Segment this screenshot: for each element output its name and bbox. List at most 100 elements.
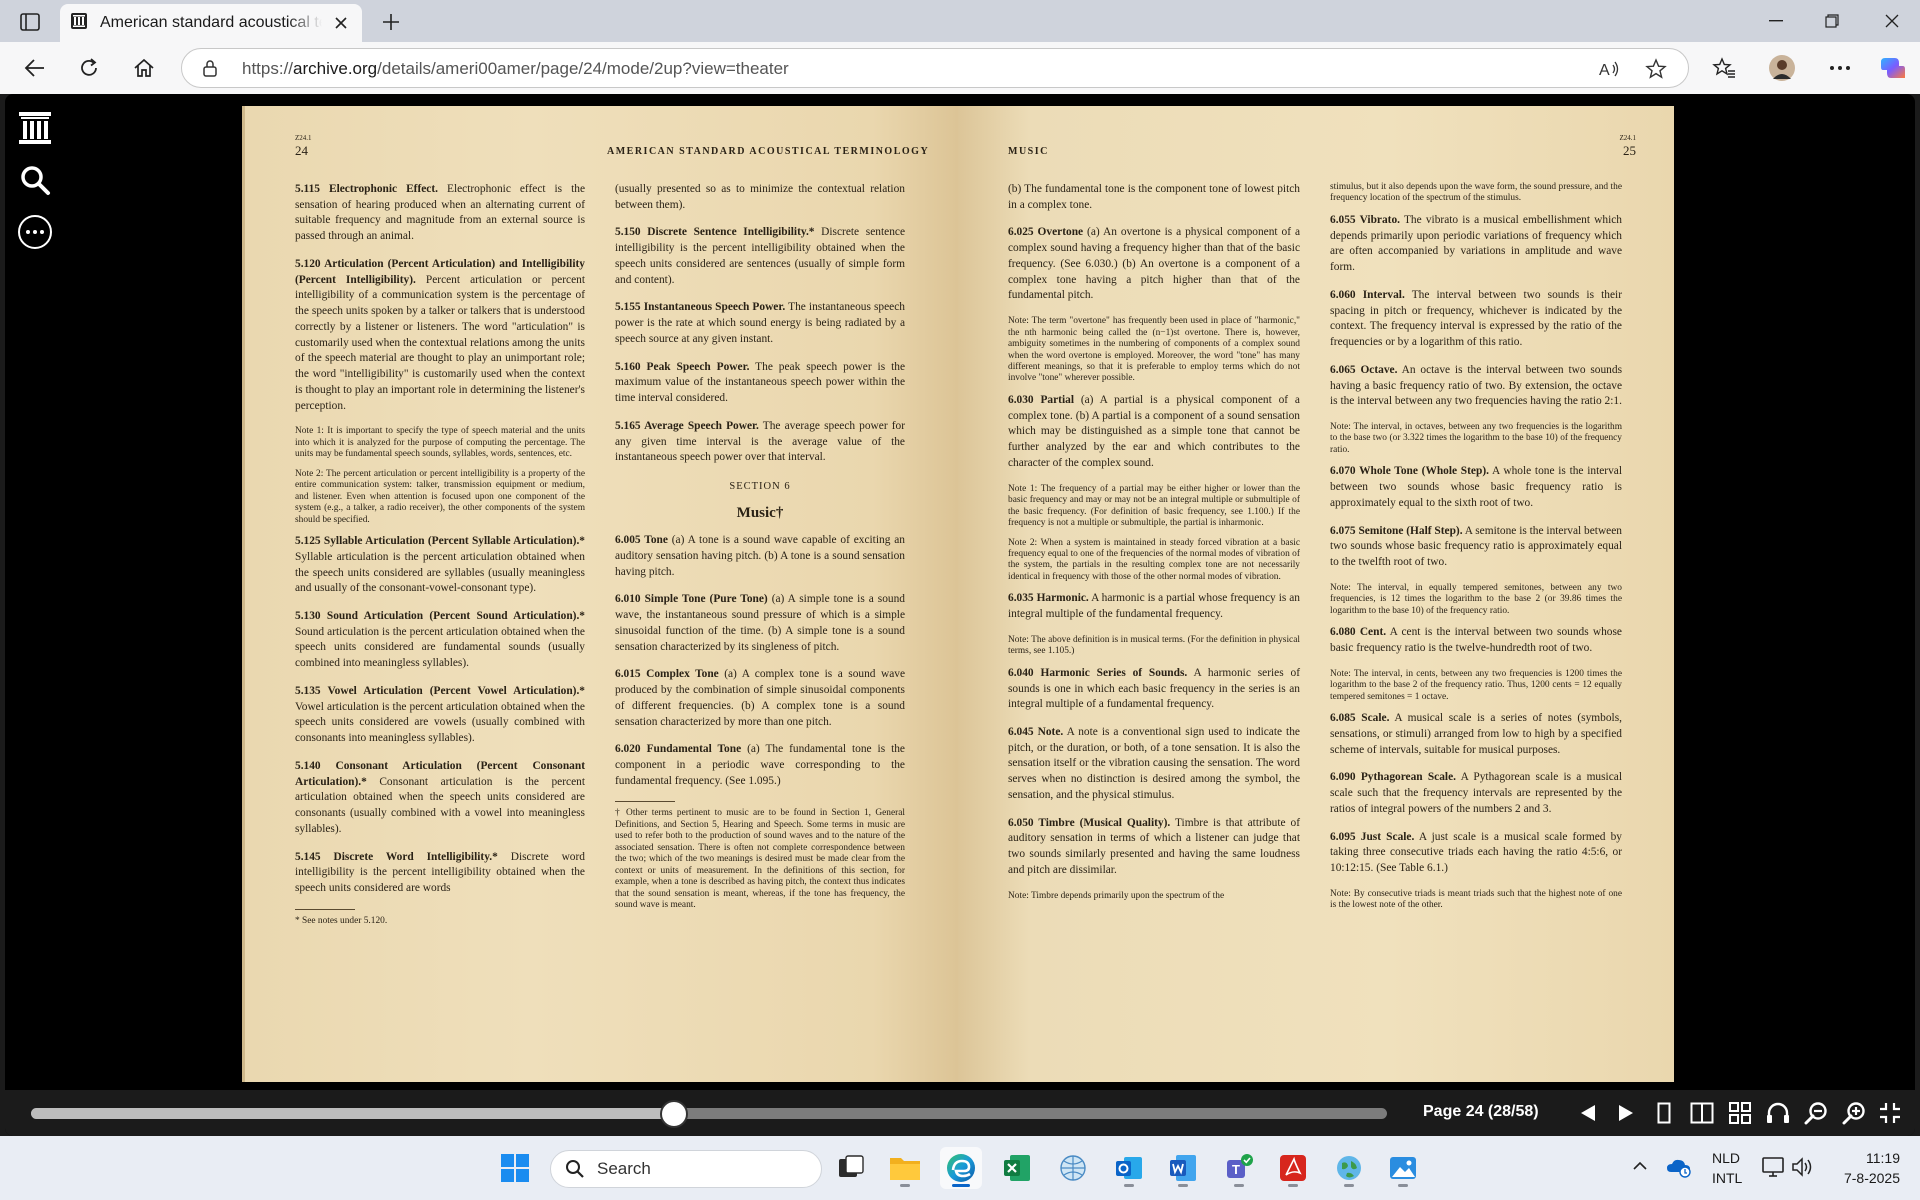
lock-icon[interactable] [202,59,218,82]
term-definition: (usually presented so as to minimize the… [615,183,905,211]
input-language[interactable]: NLD INTL [1712,1148,1742,1188]
definition-paragraph: 5.135 Vowel Articulation (Percent Vowel … [295,684,585,747]
previous-page-icon[interactable] [1573,1099,1603,1127]
read-aloud-icon[interactable]: A [1598,58,1622,80]
teams-icon[interactable]: T [1218,1147,1260,1189]
term-heading: 5.115 Electrophonic Effect. [295,183,439,195]
definition-paragraph: 5.160 Peak Speech Power. The peak speech… [615,360,905,407]
term-definition: Percent articulation or percent intellig… [295,273,585,412]
file-explorer-running-indicator [900,1184,910,1187]
taskbar-search[interactable]: Search [550,1150,822,1188]
term-definition: Sound articulation is the percent articu… [295,625,585,670]
taskbar-search-label: Search [597,1159,651,1178]
term-heading: 6.040 Harmonic Series of Sounds. [1008,666,1188,679]
outlook-icon[interactable] [1108,1147,1150,1189]
close-window-icon[interactable] [1864,0,1920,42]
note-paragraph: Note: The interval, in equally tempered … [1330,582,1622,616]
excel-icon[interactable] [996,1147,1038,1189]
edge-running-indicator [952,1184,970,1187]
definition-paragraph: 5.120 Articulation (Percent Articulation… [295,257,585,414]
definition-paragraph: (b) The fundamental tone is the componen… [1008,182,1300,213]
refresh-icon[interactable] [72,52,106,84]
zoom-in-icon[interactable] [1839,1099,1869,1127]
next-page-icon[interactable] [1611,1099,1641,1127]
term-heading: 5.145 Discrete Word Intelligibility.* [295,850,498,863]
close-tab-icon[interactable] [330,12,352,34]
one-page-view-icon[interactable] [1649,1099,1679,1127]
address-bar[interactable]: https://archive.org/details/ameri00amer/… [181,48,1689,88]
definition-paragraph: 6.055 Vibrato. The vibrato is a musical … [1330,213,1622,276]
note-paragraph: Note: By consecutive triads is meant tri… [1330,888,1622,911]
windows-start-icon[interactable] [494,1147,536,1189]
profile-avatar[interactable] [1765,52,1799,84]
definition-paragraph: 6.075 Semitone (Half Step). A semitone i… [1330,524,1622,571]
note-paragraph: Note: The term "overtone" has frequently… [1008,316,1300,384]
term-heading: 6.065 Octave. [1330,363,1398,376]
acrobat-running-indicator [1288,1184,1298,1187]
definition-paragraph: 6.060 Interval. The interval between two… [1330,288,1622,351]
home-icon[interactable] [127,52,161,84]
zoom-out-icon[interactable] [1801,1099,1831,1127]
term-heading: 6.050 Timbre (Musical Quality). [1008,816,1171,829]
clock-date: 7-8-2025 [1843,1170,1900,1186]
search-icon[interactable] [13,158,57,202]
definition-paragraph: 6.090 Pythagorean Scale. A Pythagorean s… [1330,770,1622,817]
term-heading: 6.035 Harmonic. [1008,592,1089,605]
exit-fullscreen-icon[interactable] [1875,1099,1905,1127]
favorites-icon[interactable] [1707,52,1741,84]
photos-icon[interactable] [1382,1147,1424,1189]
note-paragraph: Note: The interval, in cents, between an… [1330,668,1622,702]
read-aloud-headphones-icon[interactable] [1763,1099,1793,1127]
definition-paragraph: 6.035 Harmonic. A harmonic is a partial … [1008,591,1300,622]
favorite-star-icon[interactable] [1644,58,1668,80]
photos-running-indicator [1398,1184,1408,1187]
term-heading: 6.060 Interval. [1330,288,1405,301]
right-page[interactable]: MUSIC Z24.1 25 (b) The fundamental tone … [958,106,1674,1082]
definition-paragraph: 5.165 Average Speech Power. The average … [615,419,905,466]
clock-time: 11:19 [1866,1150,1900,1166]
archive-logo-icon[interactable] [13,106,57,150]
term-heading: 6.005 Tone [615,534,668,547]
definition-paragraph: 6.040 Harmonic Series of Sounds. A harmo… [1008,666,1300,713]
volume-icon[interactable] [1790,1154,1816,1180]
definition-paragraph: 5.140 Consonant Articulation (Percent Co… [295,759,585,838]
acrobat-icon[interactable] [1272,1147,1314,1189]
task-view-icon[interactable] [830,1147,872,1189]
edge-icon[interactable] [940,1147,982,1189]
note-paragraph: † Other terms pertinent to music are to … [615,808,905,911]
definition-paragraph: 6.065 Octave. An octave is the interval … [1330,363,1622,410]
back-arrow-icon[interactable] [18,52,52,84]
restore-icon[interactable] [1804,0,1860,42]
more-options-icon[interactable] [1823,52,1857,84]
teams-running-indicator [1234,1184,1244,1187]
network-app-icon[interactable] [1052,1147,1094,1189]
page-slider-handle[interactable] [659,1100,688,1128]
page-slider[interactable] [31,1100,1387,1128]
word-icon[interactable] [1162,1147,1204,1189]
show-hidden-icons-chevron-icon[interactable] [1628,1154,1652,1178]
footnote-rule [615,801,675,803]
more-menu-icon[interactable] [13,210,57,254]
active-tab[interactable]: American standard acoustical terminology [60,4,362,42]
onedrive-icon[interactable] [1666,1154,1692,1180]
system-clock[interactable]: 11:19 7-8-2025 [1844,1148,1900,1188]
network-monitor-icon[interactable] [1760,1154,1786,1180]
term-definition: Syllable articulation is the percent art… [295,550,585,595]
term-heading: 6.085 Scale. [1330,712,1390,725]
copilot-icon[interactable] [1876,52,1910,84]
definition-paragraph: 6.085 Scale. A musical scale is a series… [1330,711,1622,758]
left-page[interactable]: Z24.1 24 AMERICAN STANDARD ACOUSTICAL TE… [242,106,958,1082]
tab-title: American standard acoustical terminology [100,14,322,31]
two-page-view-icon[interactable] [1687,1099,1717,1127]
viewer-controls: Page 24 (28/58) [5,1090,1915,1136]
thumbnail-view-icon[interactable] [1725,1099,1755,1127]
outlook-running-indicator [1124,1184,1134,1187]
file-explorer-icon[interactable] [884,1147,926,1189]
new-tab-icon[interactable] [376,8,406,36]
taskbar-search-icon [566,1160,584,1178]
globe-app-icon[interactable] [1328,1147,1370,1189]
minimize-icon[interactable] [1748,0,1804,42]
note-paragraph: Note 1: The frequency of a partial may b… [1008,483,1300,529]
term-heading: 5.135 Vowel Articulation (Percent Vowel … [295,684,585,697]
tab-actions-icon[interactable] [12,9,48,35]
